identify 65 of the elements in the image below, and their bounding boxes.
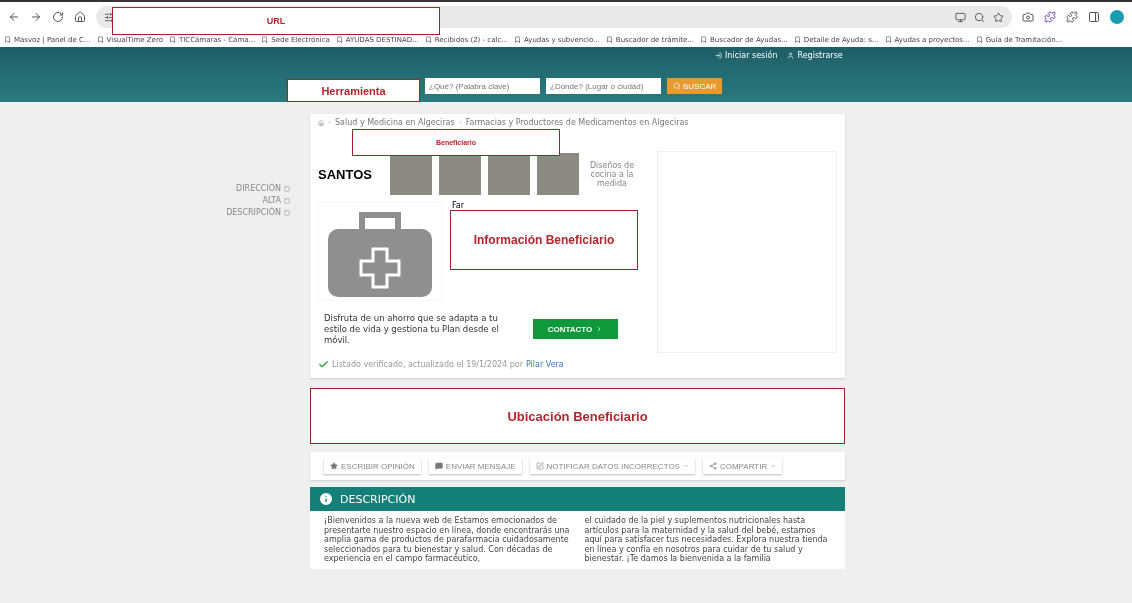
section-title: DESCRIPCIÓN [340,492,416,506]
bookmark-icon [513,36,521,43]
author-link[interactable]: Pilar Vera [525,360,564,369]
side-panel-icon[interactable] [1088,11,1100,23]
cast-icon[interactable] [955,11,966,23]
profile-avatar[interactable] [1110,10,1124,24]
bookmark-icon [975,36,983,43]
photo-placeholder [390,153,432,195]
action-button[interactable]: NOTIFICAR DATOS INCORRECTOS [529,458,695,474]
extensions-icon[interactable] [1066,11,1078,23]
promo-text: Disfruta de un ahorro que se adapta a tu estilo de vida y gestiona tu Plan desde el móvil. [324,312,500,346]
bookmark-icon [96,36,104,43]
description-text: el cuidado de la piel y suplementos nutricionales hasta artículos para la maternidad y la salud del bebé, estamos aquí para satisfacer tus necesidades. Explora nuestra tienda en línea y confía en nosotros para cuidar de tu salud y bienestar. ¡Te damos la bienvenida a la familia [584,516,829,564]
check-icon [318,359,329,370]
reload-icon[interactable] [52,11,64,23]
user-icon [787,52,795,59]
edit-icon [535,462,544,470]
location-field[interactable]: ¿Dónde? (Lugar o ciudad) [546,78,661,94]
separator-icon [327,120,332,125]
photo-placeholder [537,153,579,195]
back-icon[interactable] [8,11,20,23]
message-icon [434,462,443,470]
login-icon [715,52,722,59]
bookmark-icon [261,36,269,43]
login-link[interactable]: Iniciar sesión [715,51,778,60]
bookmark-icon [4,36,11,43]
tool-annotation: Herramienta [287,79,420,102]
home-icon[interactable] [74,11,86,23]
action-button[interactable]: COMPARTIR [702,458,783,474]
bookmark-icon [605,36,613,43]
star-icon [330,462,338,470]
forward-icon[interactable] [30,11,42,23]
business-name: Far [452,201,465,210]
extension-icon[interactable] [1044,11,1056,23]
location-annotation: Ubicación Beneficiario [310,388,845,444]
bookmark-star-icon[interactable] [993,11,1004,23]
description-text: ¡Bienvenidos a la nueva web de Estamos emocionados de presentarte nuestro espacio en línea, donde encontrarás una amplia gama de productos de parafarmacia cuidadosamente seleccionados para tu bienestar y salud. Con décadas de experiencia en el campo farmacéutico, [324,516,571,564]
action-button[interactable]: ENVIAR MENSAJE [428,458,522,474]
photo-placeholder [488,153,530,195]
bookmark-icon [700,36,708,43]
breadcrumb-link[interactable]: Salud y Medicina en Algeciras [335,118,455,127]
bookmark-icon [793,36,801,43]
first-aid-kit-icon [318,201,442,301]
separator-icon [457,120,463,125]
breadcrumb-link[interactable]: Farmacias y Productores de Medicamentos en Algeciras [465,118,689,127]
bookmark-icon [168,36,176,43]
bookmark-icon [424,36,432,43]
photo-placeholder [439,153,481,195]
ad-tagline: Diseños de cocina a la medida [588,160,636,188]
url-annotation: URL [112,7,440,35]
info-icon [318,491,334,507]
zoom-icon[interactable] [974,11,985,23]
search-icon [673,82,681,90]
site-settings-icon[interactable] [104,11,115,23]
ad-brand: SANTOS [318,166,373,182]
verified-text: Listado verificado, actualizado el 19/1/2024 por [332,360,523,369]
bookmark-icon [884,36,892,43]
camera-icon[interactable] [1022,11,1034,23]
register-link[interactable]: Registrarse [787,51,843,60]
action-button[interactable]: ESCRIBIR OPINIÓN [324,458,421,474]
share-icon [708,462,717,470]
contact-button[interactable]: CONTACTO [533,319,618,339]
info-annotation: Información Beneficiario [450,210,638,270]
bookmark-icon [335,36,343,43]
keyword-field[interactable]: ¿Qué? (Palabra clave) [425,78,540,94]
